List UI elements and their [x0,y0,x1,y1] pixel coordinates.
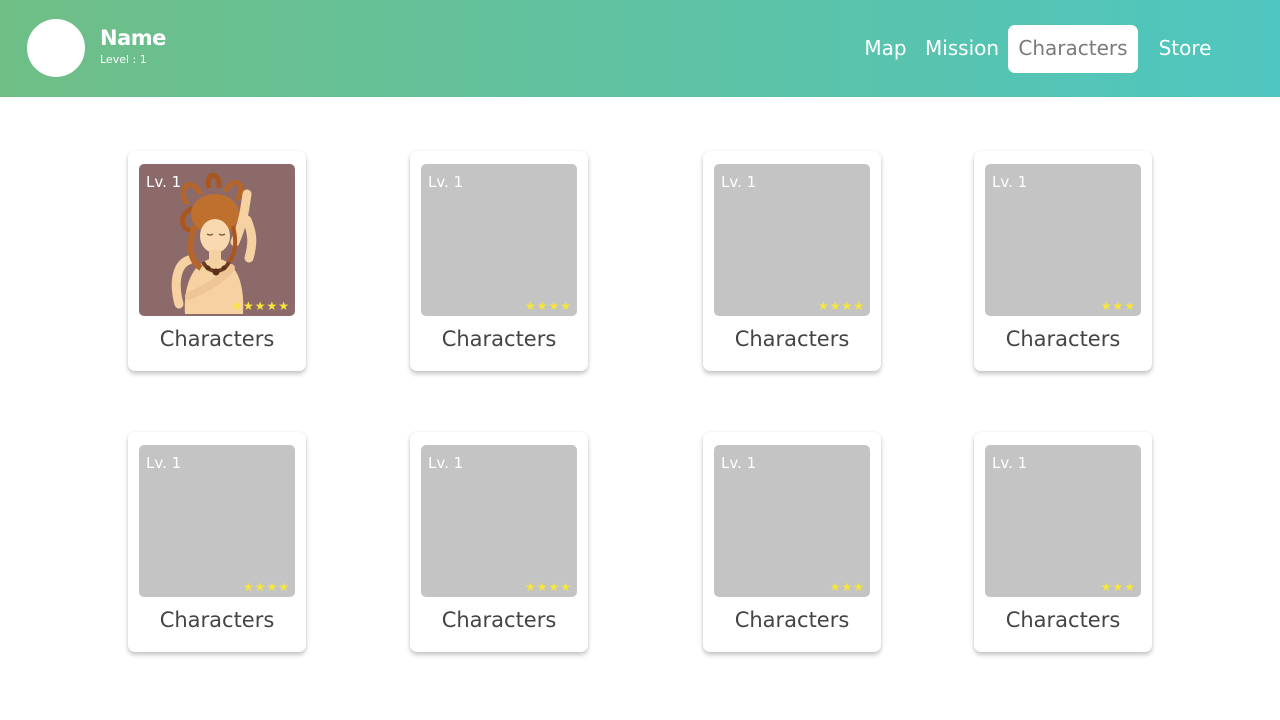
star-rating: ★★★★ [817,299,865,313]
card-label: Characters [159,608,275,632]
character-thumbnail: Lv. 1 ★★★★★ [139,164,295,316]
star-rating: ★★★ [829,580,865,594]
character-thumbnail: Lv. 1 ★★★★ [714,164,870,316]
character-card[interactable]: Lv. 1 ★★★★ Characters [410,432,588,652]
avatar[interactable] [27,19,85,77]
character-card[interactable]: Lv. 1 ★★★★ Characters [410,151,588,371]
nav-mission[interactable]: Mission [922,25,1002,73]
character-thumbnail: Lv. 1 ★★★★ [421,164,577,316]
character-level: Lv. 1 [721,454,757,472]
card-label: Characters [441,608,557,632]
character-thumbnail: Lv. 1 ★★★ [985,445,1141,597]
profile-level: Level : 1 [100,53,147,66]
top-bar: Name Level : 1 Map Mission Characters St… [0,0,1280,97]
nav-store[interactable]: Store [1150,25,1220,73]
card-label: Characters [734,327,850,351]
character-level: Lv. 1 [992,173,1028,191]
character-level: Lv. 1 [721,173,757,191]
character-card[interactable]: Lv. 1 ★★★ Characters [703,432,881,652]
nav-characters[interactable]: Characters [1008,25,1138,73]
card-label: Characters [1005,327,1121,351]
card-label: Characters [734,608,850,632]
character-level: Lv. 1 [146,173,182,191]
character-card[interactable]: Lv. 1 ★★★ Characters [974,151,1152,371]
character-level: Lv. 1 [428,454,464,472]
card-label: Characters [159,327,275,351]
character-thumbnail: Lv. 1 ★★★ [714,445,870,597]
nav-map[interactable]: Map [858,25,913,73]
star-rating: ★★★★ [524,299,572,313]
star-rating: ★★★★ [242,580,290,594]
star-rating: ★★★★★ [231,299,290,313]
character-level: Lv. 1 [992,454,1028,472]
character-card[interactable]: Lv. 1 ★★★ Characters [974,432,1152,652]
character-thumbnail: Lv. 1 ★★★★ [139,445,295,597]
star-rating: ★★★★ [524,580,572,594]
card-label: Characters [441,327,557,351]
character-card[interactable]: Lv. 1 ★★★★ Characters [703,151,881,371]
star-rating: ★★★ [1100,299,1136,313]
star-rating: ★★★ [1100,580,1136,594]
card-label: Characters [1005,608,1121,632]
character-card[interactable]: Lv. 1 ★★★★ Characters [128,432,306,652]
profile-name: Name [100,26,166,50]
character-thumbnail: Lv. 1 ★★★★ [421,445,577,597]
character-level: Lv. 1 [428,173,464,191]
character-level: Lv. 1 [146,454,182,472]
character-thumbnail: Lv. 1 ★★★ [985,164,1141,316]
character-card[interactable]: Lv. 1 ★★★★★ Characters [128,151,306,371]
